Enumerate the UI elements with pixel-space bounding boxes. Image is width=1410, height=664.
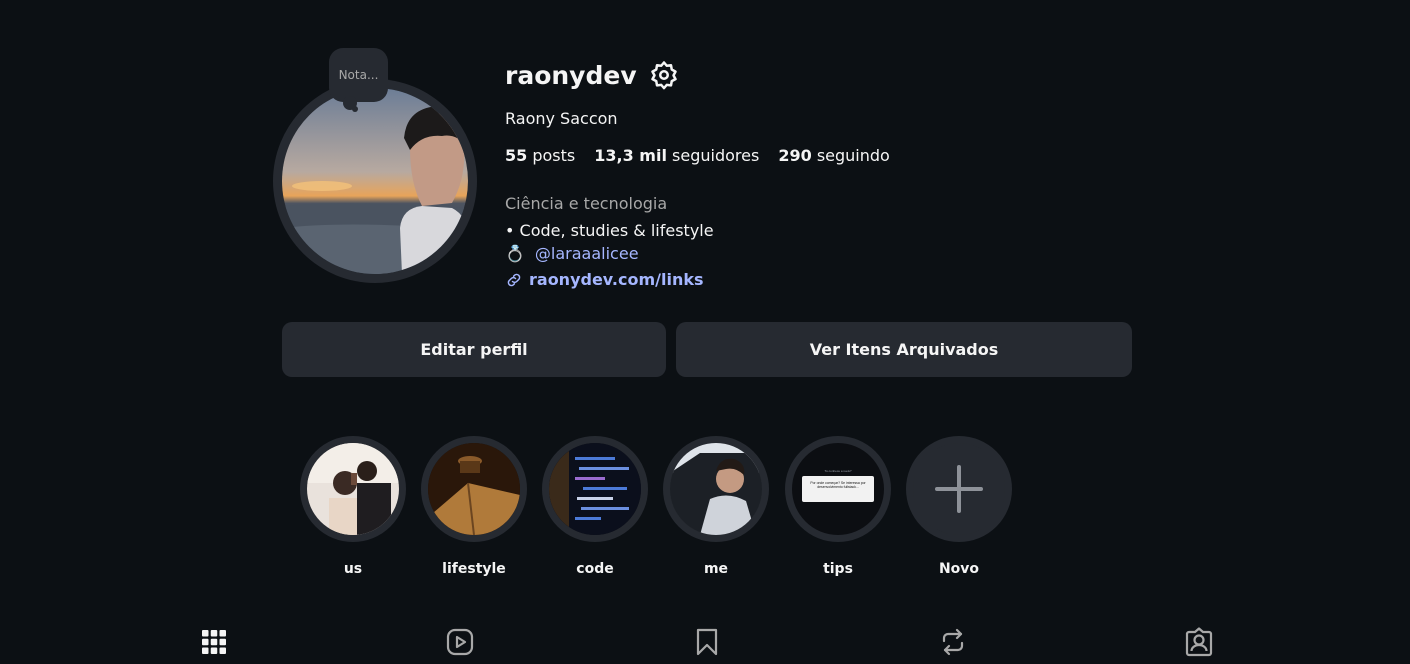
highlight-label: me xyxy=(703,561,729,577)
note-bubble[interactable]: Nota... xyxy=(329,48,388,102)
posts-count[interactable]: 55 posts xyxy=(505,146,575,165)
gear-icon[interactable] xyxy=(649,60,679,90)
highlight-cover xyxy=(307,443,399,535)
grid-icon[interactable] xyxy=(199,627,229,657)
tips-card-title: Tu conhece a reels? xyxy=(824,469,852,473)
highlight-lifestyle[interactable]: lifestyle xyxy=(421,436,527,577)
ring-emoji-icon: 💍 xyxy=(505,244,525,263)
avatar-image xyxy=(282,88,468,274)
highlight-label: lifestyle xyxy=(442,561,506,577)
profile-avatar[interactable] xyxy=(273,79,477,283)
new-highlight-button[interactable]: Novo xyxy=(906,436,1012,577)
highlight-cover xyxy=(428,443,520,535)
new-highlight-circle xyxy=(913,443,1005,535)
full-name: Raony Saccon xyxy=(505,109,618,128)
profile-stats: 55 posts 13,3 mil seguidores 290 seguind… xyxy=(505,146,890,165)
tips-card: Por onde começar? Se interessa por desen… xyxy=(802,476,874,502)
highlight-us[interactable]: us xyxy=(300,436,406,577)
highlight-cover: Tu conhece a reels? Por onde começar? Se… xyxy=(792,443,884,535)
highlight-label: us xyxy=(343,561,363,577)
highlight-me[interactable]: me xyxy=(663,436,769,577)
bio-text: • Code, studies & lifestyle xyxy=(505,221,714,240)
highlight-label: code xyxy=(576,561,614,577)
bio-mention-row: 💍 @laraaalicee xyxy=(505,244,639,263)
highlight-label: Novo xyxy=(938,561,980,577)
tips-card-text: Por onde começar? Se interessa por desen… xyxy=(810,481,866,489)
highlight-code[interactable]: code xyxy=(542,436,648,577)
highlight-label: tips xyxy=(823,561,853,577)
profile-page: Nota... raonydev Raony Saccon 55 posts 1… xyxy=(0,0,1410,664)
bio-link-row[interactable]: raonydev.com/links xyxy=(505,270,704,289)
reposts-icon[interactable] xyxy=(938,627,968,657)
mention-link[interactable]: @laraaalicee xyxy=(535,244,639,263)
highlight-tips[interactable]: Tu conhece a reels? Por onde começar? Se… xyxy=(785,436,891,577)
edit-profile-button[interactable]: Editar perfil xyxy=(282,322,666,377)
tagged-icon[interactable] xyxy=(1184,627,1214,657)
following-count[interactable]: 290 seguindo xyxy=(778,146,890,165)
plus-icon xyxy=(935,465,983,513)
highlight-cover xyxy=(549,443,641,535)
followers-count[interactable]: 13,3 mil seguidores xyxy=(594,146,759,165)
username: raonydev xyxy=(505,60,637,90)
note-tail-small xyxy=(352,106,358,112)
view-archive-button[interactable]: Ver Itens Arquivados xyxy=(676,322,1132,377)
reels-icon[interactable] xyxy=(445,627,475,657)
saved-icon[interactable] xyxy=(692,627,722,657)
highlight-cover xyxy=(670,443,762,535)
link-icon xyxy=(507,273,521,286)
profile-category: Ciência e tecnologia xyxy=(505,194,668,213)
username-row: raonydev xyxy=(505,60,679,90)
website-link[interactable]: raonydev.com/links xyxy=(529,270,704,289)
